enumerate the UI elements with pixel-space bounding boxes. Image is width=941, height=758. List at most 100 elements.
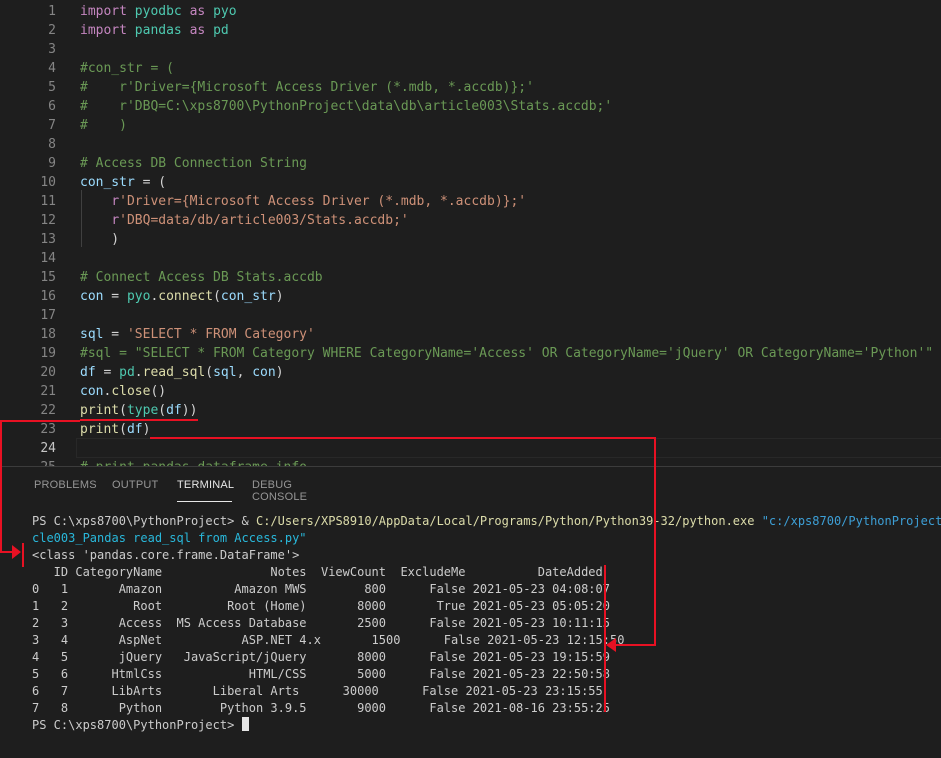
code-line: 6 # r'DBQ=C:\xps8700\PythonProject\data\d… xyxy=(0,97,941,116)
code-text: con = pyo.connect(con_str) xyxy=(80,287,284,306)
code-token: read_sql xyxy=(142,365,206,380)
code-token: r xyxy=(111,194,120,209)
code-token: ( xyxy=(119,422,127,437)
code-line: 4 #con_str = ( xyxy=(0,59,941,78)
dataframe-row: 7 8 Python Python 3.9.5 9000 False 2021-… xyxy=(32,701,610,715)
code-token: sql xyxy=(80,327,104,342)
code-text: df = pd.read_sql(sql, con) xyxy=(80,363,284,382)
code-text: con.close() xyxy=(80,382,166,401)
code-text: ) xyxy=(80,230,119,249)
tab-debug-console[interactable]: DEBUG CONSOLE xyxy=(252,479,307,503)
code-token: ) xyxy=(142,422,151,437)
code-token: pandas xyxy=(134,23,182,38)
code-token: . xyxy=(134,365,143,380)
dataframe-row: 1 2 Root Root (Home) 8000 True 2021-05-2… xyxy=(32,599,610,613)
annotation-line-left-top xyxy=(0,420,80,422)
code-token: = xyxy=(103,289,127,304)
code-text: # ) xyxy=(80,116,127,135)
code-text: import pandas as pd xyxy=(80,21,229,40)
annotation-arrowhead-left xyxy=(12,545,21,559)
code-token: print xyxy=(80,422,120,437)
code-token: pd xyxy=(213,23,229,38)
code-token: df xyxy=(126,422,143,437)
line-number: 11 xyxy=(40,194,56,209)
code-token: ) xyxy=(275,289,284,304)
annotation-bracket-right xyxy=(604,565,606,712)
code-token: )) xyxy=(181,403,198,418)
dataframe-row: 0 1 Amazon Amazon MWS 800 False 2021-05-… xyxy=(32,582,610,596)
code-text: import pyodbc as pyo xyxy=(80,2,237,21)
line-number: 5 xyxy=(48,80,56,95)
line-number: 7 xyxy=(48,118,56,133)
line-number: 10 xyxy=(40,175,56,190)
code-line: 18 sql = 'SELECT * FROM Category' xyxy=(0,325,941,344)
code-token: ( xyxy=(158,403,167,418)
code-token: ) xyxy=(80,232,120,247)
code-line: 25 # print pandas dataframe info xyxy=(0,458,941,466)
line-number: 18 xyxy=(40,327,56,342)
line-number: 6 xyxy=(48,99,56,114)
code-line: 21 con.close() xyxy=(0,382,941,401)
line-number: 20 xyxy=(40,365,56,380)
code-token: # r'Driver={Microsoft Access Driver (*.m… xyxy=(80,80,534,95)
code-token: sql xyxy=(213,365,237,380)
code-token: ( xyxy=(205,365,214,380)
code-token: type xyxy=(126,403,159,418)
line-number: 19 xyxy=(40,346,56,361)
line-number: 24 xyxy=(40,441,56,456)
code-line: 19 #sql = "SELECT * FROM Category WHERE C… xyxy=(0,344,941,363)
code-token: pyo xyxy=(213,4,237,19)
code-token: con xyxy=(80,289,104,304)
terminal-cmd-prefix: & xyxy=(241,514,256,528)
code-line: 13 ) xyxy=(0,230,941,249)
line-number: 4 xyxy=(48,61,56,76)
active-tab-underline xyxy=(177,501,232,502)
line-number: 25 xyxy=(0,458,56,466)
tab-output[interactable]: OUTPUT xyxy=(112,479,158,491)
code-line: 1 import pyodbc as pyo xyxy=(0,2,941,21)
terminal-command-wrap: cle003_Pandas read_sql from Access.py" xyxy=(32,530,307,547)
code-token: con xyxy=(252,365,276,380)
code-editor[interactable]: 1 import pyodbc as pyo 2 import pandas as p… xyxy=(0,0,941,466)
line-number: 14 xyxy=(40,251,56,266)
line-number: 9 xyxy=(48,156,56,171)
annotation-arrowhead-right xyxy=(606,638,616,652)
code-line: 3 xyxy=(0,40,941,59)
tab-terminal[interactable]: TERMINAL xyxy=(177,479,234,491)
code-token: ) xyxy=(275,365,284,380)
code-token: #sql = "SELECT * FROM Category WHERE Cat… xyxy=(80,346,934,361)
annotation-underline-print-type xyxy=(80,419,198,421)
code-token: 'SELECT * FROM Category' xyxy=(126,327,315,342)
annotation-bar-left xyxy=(22,543,24,567)
bottom-panel: PROBLEMS OUTPUT TERMINAL DEBUG CONSOLE P… xyxy=(0,466,941,758)
terminal-script-path-cont: cle003_Pandas read_sql from Access.py" xyxy=(32,531,307,545)
code-text: r'Driver={Microsoft Access Driver (*.mdb… xyxy=(80,192,526,211)
code-token: con_str xyxy=(80,175,135,190)
code-token: ( xyxy=(213,289,221,304)
code-line: 24 xyxy=(0,439,941,458)
annotation-line-left-vertical xyxy=(0,420,2,552)
annotation-line-right-bottom xyxy=(616,644,656,646)
line-number: 12 xyxy=(40,213,56,228)
terminal-command-line: PS C:\xps8700\PythonProject> & C:/Users/… xyxy=(32,513,941,530)
dataframe-row: 5 6 HtmlCss HTML/CSS 5000 False 2021-05-… xyxy=(32,667,610,681)
line-number: 2 xyxy=(48,23,56,38)
code-token: = xyxy=(95,365,120,380)
code-line: 9 # Access DB Connection String xyxy=(0,154,941,173)
code-text: sql = 'SELECT * FROM Category' xyxy=(80,325,315,344)
terminal-final-prompt: PS C:\xps8700\PythonProject> xyxy=(32,718,242,732)
line-number: 13 xyxy=(40,232,56,247)
code-token: # Access DB Connection String xyxy=(80,156,307,171)
code-text: r'DBQ=data/db/article003/Stats.accdb;' xyxy=(80,211,408,230)
annotation-line-right-vertical xyxy=(654,437,656,646)
code-text: # print pandas dataframe info xyxy=(80,458,307,466)
code-token: = xyxy=(103,327,127,342)
tab-problems[interactable]: PROBLEMS xyxy=(34,479,97,491)
code-text: # r'DBQ=C:\xps8700\PythonProject\data\db… xyxy=(80,97,612,116)
dataframe-row: 2 3 Access MS Access Database 2500 False… xyxy=(32,616,610,630)
